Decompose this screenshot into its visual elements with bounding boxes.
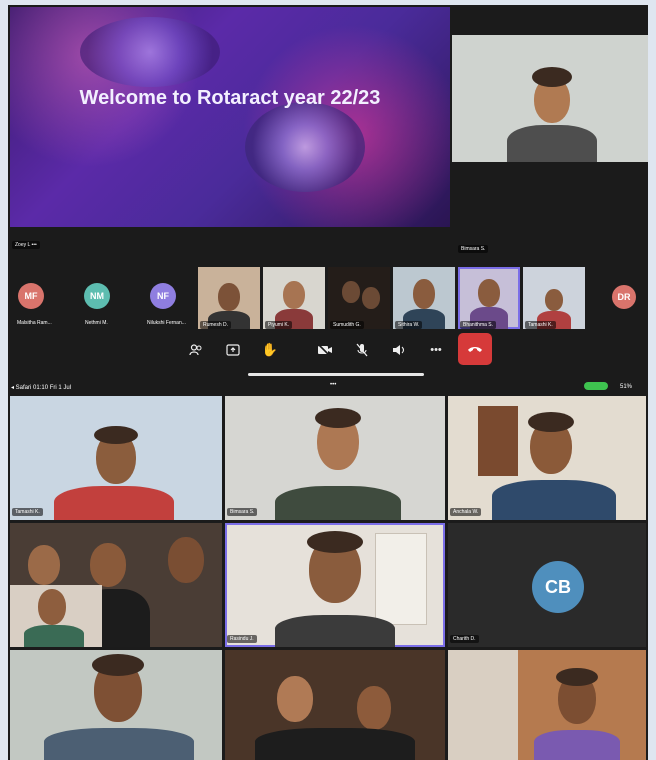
raise-hand-icon[interactable]: ✋ bbox=[259, 339, 281, 361]
participant-video[interactable]: Sithira W. bbox=[393, 267, 455, 329]
participant-face bbox=[357, 686, 391, 730]
mute-icon[interactable] bbox=[351, 339, 373, 361]
participant-video[interactable]: Tamashi K. bbox=[523, 267, 585, 329]
video-tile[interactable] bbox=[448, 650, 646, 760]
video-tile[interactable] bbox=[225, 650, 445, 760]
participant-hair bbox=[556, 668, 598, 686]
participant-body bbox=[255, 728, 415, 760]
participant-body bbox=[275, 615, 395, 647]
participant-video-active[interactable]: Bhanithma S. bbox=[458, 267, 520, 329]
participant-label: Nethmi M. bbox=[85, 320, 108, 326]
participant-face bbox=[545, 289, 563, 311]
participant-video[interactable]: Rumesh D. bbox=[198, 267, 260, 329]
participant-name: Bimsara S. bbox=[227, 508, 258, 516]
shared-screen-panel: Welcome to Rotaract year 22/23 Zoey L ••… bbox=[8, 5, 648, 381]
participant-hair bbox=[532, 67, 572, 87]
call-indicator bbox=[584, 382, 608, 390]
slide-decoration bbox=[245, 102, 365, 192]
participant-face bbox=[478, 279, 500, 307]
participant-body bbox=[507, 125, 597, 162]
status-bar: ◂ Safari 01:10 Fri 1 Jul ••• 51% bbox=[8, 380, 648, 394]
participant-avatar[interactable]: MF bbox=[18, 283, 44, 309]
inset-video bbox=[10, 585, 102, 647]
participant-avatar[interactable]: NF bbox=[150, 283, 176, 309]
shared-slide: Welcome to Rotaract year 22/23 bbox=[10, 7, 450, 227]
share-icon[interactable] bbox=[222, 339, 244, 361]
video-off-icon[interactable] bbox=[314, 339, 336, 361]
participant-face bbox=[413, 279, 435, 309]
participant-body bbox=[24, 625, 84, 647]
status-left: ◂ Safari 01:10 Fri 1 Jul bbox=[11, 385, 72, 391]
participant-body bbox=[54, 486, 174, 520]
video-tile[interactable]: CB Charith D. bbox=[448, 523, 646, 647]
presenter-tag: Zoey L ••• bbox=[12, 241, 40, 249]
participant-label: Rumesh D. bbox=[200, 321, 232, 329]
participant-label: Nilukshi Fernan... bbox=[147, 320, 186, 326]
window-background bbox=[375, 533, 427, 625]
participant-label: Sithira W. bbox=[395, 321, 423, 329]
participant-face bbox=[28, 545, 60, 585]
leave-icon[interactable] bbox=[458, 333, 492, 365]
participant-body bbox=[534, 730, 620, 760]
participant-body bbox=[44, 728, 194, 760]
participant-face bbox=[38, 589, 66, 625]
participants-icon[interactable] bbox=[185, 339, 207, 361]
home-indicator bbox=[248, 373, 424, 376]
battery-level: 51% bbox=[620, 384, 633, 390]
participant-hair bbox=[92, 654, 144, 676]
participant-face bbox=[283, 281, 305, 309]
video-tile-active-speaker[interactable]: Rasindu J. bbox=[225, 523, 445, 647]
participant-avatar[interactable]: DR bbox=[612, 285, 636, 309]
video-tile[interactable] bbox=[10, 650, 222, 760]
speaker-icon[interactable] bbox=[388, 339, 410, 361]
wall-background bbox=[448, 650, 518, 760]
slide-decoration bbox=[80, 17, 220, 87]
participant-hair bbox=[528, 412, 574, 432]
participant-face bbox=[90, 543, 126, 587]
participant-video[interactable]: Piyumi K. bbox=[263, 267, 325, 329]
participant-hair bbox=[94, 426, 138, 444]
video-tile[interactable]: Tamashi K. bbox=[10, 396, 222, 520]
gallery-grid: Tamashi K. Bimsara S. Anchala W. Rasindu… bbox=[8, 394, 648, 760]
participant-strip: MF Malsitha Ram... NM Nethmi M. NF Niluk… bbox=[12, 263, 644, 329]
participant-label: Sumudith G. bbox=[330, 321, 364, 329]
participant-video[interactable]: Sumudith G. bbox=[328, 267, 390, 329]
participant-face bbox=[362, 287, 380, 309]
video-tile[interactable]: Bimsara S. bbox=[225, 396, 445, 520]
participant-hair bbox=[307, 531, 363, 553]
spotlight-video[interactable] bbox=[452, 35, 648, 162]
participant-face bbox=[168, 537, 204, 583]
participant-label: Bhanithma S. bbox=[460, 321, 497, 329]
video-tile[interactable]: Anchala W. bbox=[448, 396, 646, 520]
participant-face bbox=[277, 676, 313, 722]
participant-name: Anchala W. bbox=[450, 508, 482, 516]
participant-avatar: CB bbox=[532, 561, 584, 613]
participant-name: Charith D. bbox=[450, 635, 479, 643]
more-icon[interactable]: ••• bbox=[425, 339, 447, 361]
participant-label: Malsitha Ram... bbox=[17, 320, 52, 326]
spotlight-name-tag: Bimsara S. bbox=[458, 245, 489, 253]
participant-avatar[interactable]: NM bbox=[84, 283, 110, 309]
status-center: ••• bbox=[330, 382, 337, 388]
participant-body bbox=[492, 480, 616, 520]
participant-name: Rasindu J. bbox=[227, 635, 257, 643]
participant-hair bbox=[315, 408, 361, 428]
participant-body bbox=[275, 486, 401, 520]
participant-label: Tamashi K. bbox=[525, 321, 556, 329]
door-background bbox=[478, 406, 518, 476]
participant-face bbox=[342, 281, 360, 303]
participant-face bbox=[218, 283, 240, 311]
participant-name: Tamashi K. bbox=[12, 508, 43, 516]
video-tile[interactable] bbox=[10, 523, 222, 647]
participant-label: Piyumi K. bbox=[265, 321, 293, 329]
slide-title: Welcome to Rotaract year 22/23 bbox=[79, 87, 381, 109]
presenter-name: Zoey L bbox=[15, 242, 31, 248]
